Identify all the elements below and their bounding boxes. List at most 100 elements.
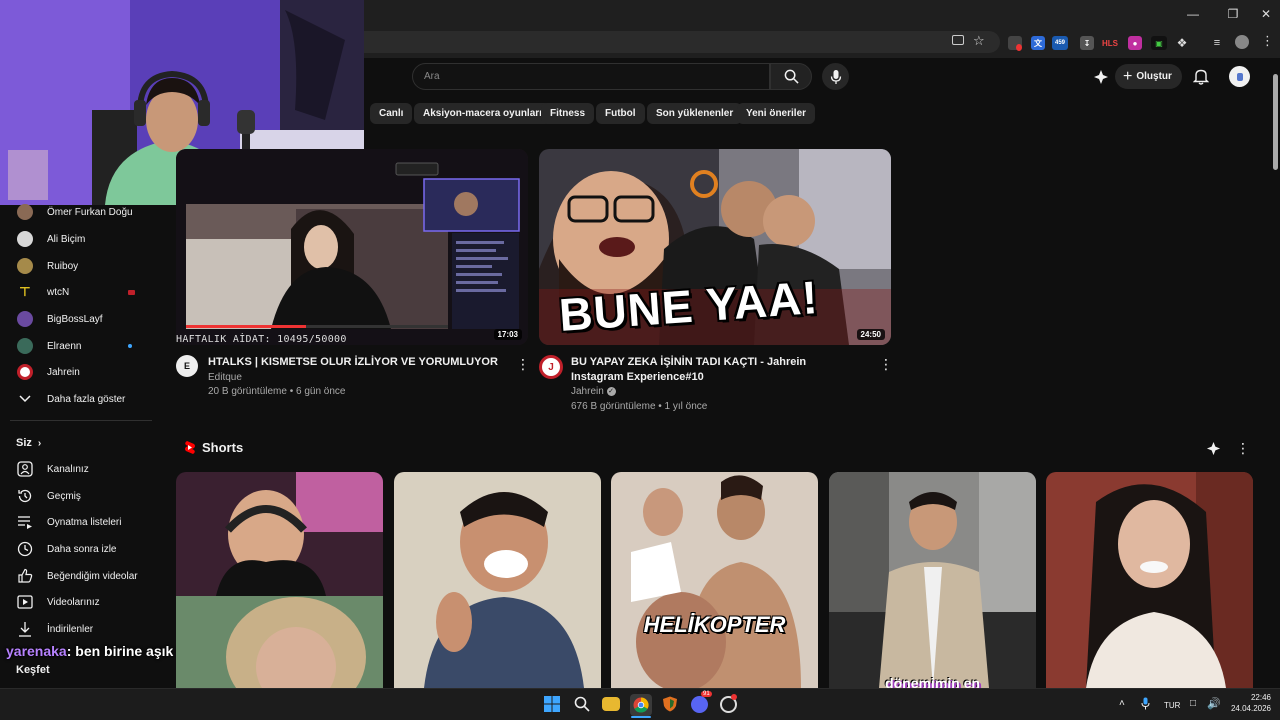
chevron-right-icon: › — [37, 437, 42, 449]
chrome-icon — [633, 697, 649, 713]
short-image — [611, 472, 818, 688]
video-title[interactable]: BU YAPAY ZEKA İŞİNİN TADI KAÇTI - Jahrei… — [571, 355, 861, 385]
short-thumbnail-1[interactable] — [176, 472, 383, 688]
network-icon[interactable]: □ — [1190, 698, 1196, 709]
bookmark-star-icon[interactable]: ☆ — [973, 33, 985, 49]
video-channel[interactable]: Jahrein ✓ — [571, 384, 616, 399]
tray-overflow-chevron-icon[interactable]: ˄ — [1119, 698, 1125, 709]
hls-extension-icon[interactable]: HLS — [1101, 36, 1119, 50]
sidebar-item-label: Daha sonra izle — [47, 543, 117, 555]
video-thumbnail-1[interactable]: 17:03 — [176, 149, 528, 345]
sidebar-item-watch-later[interactable]: Daha sonra izle — [0, 536, 170, 562]
chrome-taskbar-button[interactable] — [630, 694, 652, 716]
thumbs-up-icon — [18, 568, 33, 583]
sidebar-item-downloads[interactable]: İndirilenler — [0, 616, 170, 642]
sidebar-subscription-omer[interactable]: Ömer Furkan Doğu — [0, 199, 170, 225]
shorts-menu-icon[interactable]: ⋮ — [1236, 440, 1250, 457]
video-menu-icon[interactable]: ⋮ — [879, 356, 893, 373]
chip-recently-uploaded[interactable]: Son yüklenenler — [647, 103, 743, 124]
sidebar-item-your-videos[interactable]: Videolarınız — [0, 589, 170, 615]
taskbar-search-icon[interactable] — [574, 696, 590, 717]
download-extension-icon[interactable]: ↧ — [1080, 36, 1094, 50]
extension-icon-green[interactable]: ▣ — [1151, 36, 1167, 50]
channel-avatar-editque[interactable]: E — [176, 355, 198, 377]
gemini-spark-icon[interactable] — [1093, 69, 1109, 90]
tray-mic-icon[interactable] — [1141, 697, 1150, 715]
chip-action-adventure[interactable]: Aksiyon-macera oyunları — [414, 103, 551, 124]
sidebar-item-liked-videos[interactable]: Beğendiğim videolar — [0, 563, 170, 589]
jahrein-logo-icon: J — [548, 361, 554, 373]
sidebar-show-more[interactable]: Daha fazla göster — [0, 386, 170, 412]
extension-icon-1[interactable] — [1008, 36, 1022, 51]
security-app-icon[interactable] — [662, 696, 678, 717]
short-image — [829, 472, 1036, 688]
sidebar-subscription-bigbosslayf[interactable]: BigBossLayf — [0, 306, 170, 332]
install-app-icon[interactable] — [952, 35, 964, 45]
short-thumbnail-3[interactable]: HELİKOPTER — [611, 472, 818, 688]
channel-avatar — [17, 338, 33, 354]
search-icon — [784, 69, 799, 84]
sidebar-subscription-elraenn[interactable]: Elraenn — [0, 333, 170, 359]
short-thumbnail-5[interactable] — [1046, 472, 1253, 688]
close-window-button[interactable]: ✕ — [1256, 7, 1276, 21]
extension-icon-pink[interactable]: ● — [1128, 36, 1142, 50]
video-channel[interactable]: Editque — [208, 370, 242, 385]
page-scrollbar[interactable] — [1272, 62, 1280, 688]
chip-football[interactable]: Futbol — [596, 103, 645, 124]
sidebar-subscription-ali[interactable]: Ali Biçim — [0, 226, 170, 252]
counter-extension-icon[interactable]: 459 — [1052, 36, 1068, 50]
shorts-heading: Shorts — [202, 440, 244, 455]
chip-new-to-you[interactable]: Yeni öneriler — [737, 103, 816, 124]
new-content-dot-icon — [128, 344, 132, 348]
browser-menu-icon[interactable]: ⋮ — [1261, 33, 1274, 49]
discord-icon[interactable]: 91 — [691, 691, 712, 713]
taskbar-clock[interactable]: 22:46 24.04.2026 — [1229, 693, 1271, 713]
channel-avatar-jahrein[interactable]: J — [539, 355, 563, 379]
translate-extension-icon[interactable]: 文 — [1031, 36, 1045, 50]
sidebar-subscription-jahrein[interactable]: Jahrein — [0, 359, 170, 385]
channel-avatar — [17, 204, 33, 220]
clock-time: 22:46 — [1250, 693, 1271, 702]
keyboard-language[interactable]: TUR — [1164, 701, 1180, 710]
obs-icon[interactable] — [720, 694, 737, 713]
short-thumbnail-2[interactable] — [394, 472, 601, 688]
file-explorer-icon[interactable] — [602, 697, 620, 711]
sidebar-you-heading[interactable]: Siz › — [0, 430, 170, 456]
volume-icon[interactable]: 🔊 — [1207, 697, 1221, 710]
search-input[interactable]: Ara — [412, 63, 770, 90]
sidebar-subscription-ruiboy[interactable]: Ruiboy — [0, 253, 170, 279]
clock-date: 24.04.2026 — [1230, 704, 1271, 713]
chip-fitness[interactable]: Fitness — [541, 103, 595, 124]
shorts-spark-icon[interactable] — [1206, 441, 1221, 461]
restore-button[interactable]: ❐ — [1223, 7, 1243, 21]
verified-badge-icon: ✓ — [606, 386, 616, 396]
sidebar-subscription-wtcn[interactable]: ⊤ wtcN — [0, 279, 170, 305]
scrollbar-thumb[interactable] — [1273, 74, 1278, 170]
sidebar-item-history[interactable]: Geçmiş — [0, 483, 170, 509]
sidebar-explore-heading[interactable]: Keşfet — [16, 664, 50, 676]
chip-live[interactable]: Canlı — [370, 103, 413, 124]
sidebar-item-label: BigBossLayf — [47, 313, 103, 325]
extensions-puzzle-icon[interactable]: ❖ — [1175, 36, 1189, 50]
your-channel-icon — [17, 461, 33, 477]
create-button[interactable]: + Oluştur — [1115, 64, 1182, 89]
voice-search-button[interactable] — [822, 63, 849, 90]
short-thumbnail-4[interactable]: dönemimin en — [829, 472, 1036, 688]
reading-list-icon[interactable]: ≡ — [1210, 36, 1224, 50]
sidebar-item-label: Ali Biçim — [47, 233, 86, 245]
sidebar-item-playlists[interactable]: Oynatma listeleri — [0, 509, 170, 535]
address-bar[interactable] — [340, 31, 1000, 53]
playlists-icon — [18, 516, 32, 529]
account-avatar[interactable] — [1229, 66, 1250, 87]
minimize-button[interactable]: — — [1183, 7, 1203, 21]
video-meta: 20 B görüntüleme • 6 gün önce — [208, 386, 346, 397]
video-thumbnail-2[interactable]: BUNE YAA! 24:50 — [539, 149, 891, 345]
history-icon — [18, 489, 32, 503]
notifications-bell-icon[interactable] — [1192, 68, 1210, 90]
profile-avatar-icon[interactable] — [1235, 35, 1249, 49]
video-title[interactable]: HTALKS | KISMETSE OLUR İZLİYOR VE YORUML… — [208, 355, 498, 370]
video-menu-icon[interactable]: ⋮ — [516, 356, 530, 373]
search-button[interactable] — [770, 63, 812, 90]
sidebar-item-your-channel[interactable]: Kanalınız — [0, 456, 170, 482]
windows-start-icon[interactable] — [544, 696, 560, 717]
